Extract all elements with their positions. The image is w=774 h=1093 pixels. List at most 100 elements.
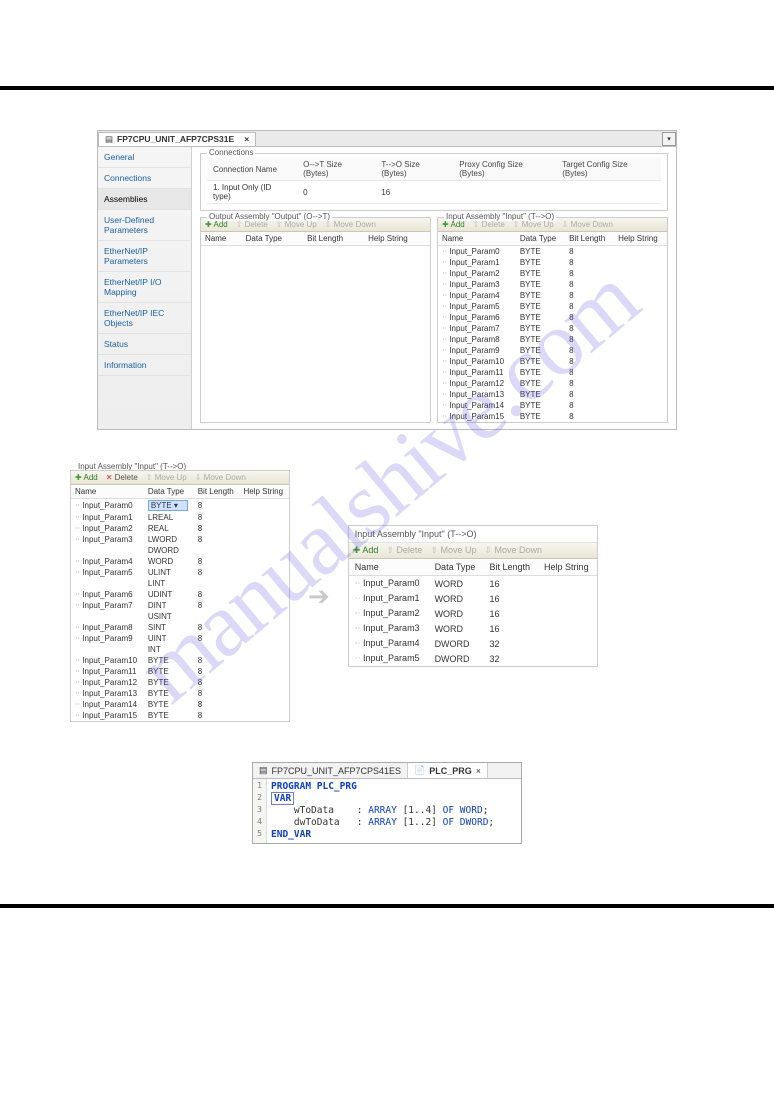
table-row[interactable]: Input_Param15BYTE8 (438, 411, 667, 422)
col-header: Name (201, 232, 242, 246)
sidebar-item-ethernet-ip-iec-objects[interactable]: EtherNet/IP IEC Objects (98, 303, 191, 334)
delete-button[interactable]: Delete (106, 473, 138, 482)
moveup-button[interactable]: Move Up (146, 473, 187, 482)
table-row[interactable]: Input_Param12BYTE8 (438, 378, 667, 389)
table-row[interactable]: Input_Param2WORD16 (349, 606, 597, 621)
table-row[interactable]: Input_Param9BYTE8 (438, 345, 667, 356)
table-row[interactable]: Input_Param15BYTE8 (71, 710, 289, 721)
movedown-button[interactable]: Move Down (195, 473, 246, 482)
sidebar-item-general[interactable]: General (98, 147, 191, 168)
table-row[interactable]: 1. Input Only (ID type)016 (207, 181, 661, 204)
table-row[interactable]: Input_Param14BYTE8 (71, 699, 289, 710)
sidebar-item-assemblies[interactable]: Assemblies (98, 189, 191, 210)
sidebar-item-user-defined-parameters[interactable]: User-Defined Parameters (98, 210, 191, 241)
table-row[interactable]: INT (71, 644, 289, 655)
table-row[interactable]: Input_Param0WORD16 (349, 576, 597, 592)
datatype-dropdown[interactable]: BYTE ▾ (148, 500, 188, 511)
table-row[interactable]: Input_Param6UDINT8 (71, 589, 289, 600)
connections-table: Connection NameO-->T Size (Bytes)T-->O S… (207, 158, 661, 204)
movedown-button[interactable]: Move Down (484, 545, 542, 556)
code-tab-prg[interactable]: 📄 PLC_PRG × (408, 763, 488, 778)
add-button[interactable]: Add (353, 545, 379, 556)
code-body[interactable]: PROGRAM PLC_PRGVAR wToData : ARRAY [1..4… (267, 779, 498, 843)
p2-right-table: NameData TypeBit LengthHelp String Input… (349, 559, 597, 666)
add-button[interactable]: Add (75, 473, 98, 482)
col-header: Target Config Size (Bytes) (556, 158, 661, 181)
table-row[interactable]: Input_Param7DINT8 (71, 600, 289, 611)
table-row[interactable]: Input_Param14BYTE8 (438, 400, 667, 411)
table-row[interactable]: Input_Param0BYTE ▾8 (71, 499, 289, 513)
sidebar-item-ethernet-ip-i-o-mapping[interactable]: EtherNet/IP I/O Mapping (98, 272, 191, 303)
table-row[interactable]: LINT (71, 578, 289, 589)
col-header: Bit Length (565, 232, 614, 246)
file-tab[interactable]: ▤ FP7CPU_UNIT_AFP7CPS31E × (98, 132, 256, 146)
table-row[interactable]: Input_Param3BYTE8 (438, 279, 667, 290)
col-header: Connection Name (207, 158, 297, 181)
table-row[interactable]: Input_Param13BYTE8 (71, 688, 289, 699)
delete-button[interactable]: Delete (473, 220, 505, 229)
add-button[interactable]: Add (442, 220, 465, 229)
col-header: Data Type (516, 232, 565, 246)
col-header: Bit Length (483, 559, 538, 576)
table-row[interactable]: USINT (71, 611, 289, 622)
table-row[interactable]: Input_Param1WORD16 (349, 591, 597, 606)
delete-button[interactable]: Delete (236, 220, 268, 229)
sidebar-item-ethernet-ip-parameters[interactable]: EtherNet/IP Parameters (98, 241, 191, 272)
col-header: Data Type (429, 559, 484, 576)
output-assembly-table: NameData TypeBit LengthHelp String (201, 232, 430, 246)
table-row[interactable]: Input_Param11BYTE8 (438, 367, 667, 378)
col-header: Name (71, 485, 144, 499)
table-row[interactable]: Input_Param8BYTE8 (438, 334, 667, 345)
table-row[interactable]: Input_Param6BYTE8 (438, 312, 667, 323)
col-header: Help String (538, 559, 597, 576)
table-row[interactable]: Input_Param8SINT8 (71, 622, 289, 633)
table-row[interactable]: Input_Param4DWORD32 (349, 636, 597, 651)
sidebar-item-status[interactable]: Status (98, 334, 191, 355)
device-icon: ▤ (105, 134, 113, 145)
table-row[interactable]: Input_Param11BYTE8 (71, 666, 289, 677)
table-row[interactable]: DWORD (71, 545, 289, 556)
file-tab-title: FP7CPU_UNIT_AFP7CPS31E (117, 134, 234, 144)
table-row[interactable]: Input_Param0BYTE8 (438, 246, 667, 258)
input-assembly-table: NameData TypeBit LengthHelp String Input… (438, 232, 667, 422)
table-row[interactable]: Input_Param3WORD16 (349, 621, 597, 636)
table-row[interactable]: Input_Param4WORD8 (71, 556, 289, 567)
table-row[interactable]: Input_Param9UINT8 (71, 633, 289, 644)
close-icon[interactable]: × (244, 134, 249, 144)
movedown-button[interactable]: Move Down (325, 220, 376, 229)
code-tab-label: PLC_PRG (429, 766, 472, 776)
code-line: dwToData : ARRAY [1..2] OF DWORD; (271, 817, 494, 829)
table-row[interactable]: Input_Param7BYTE8 (438, 323, 667, 334)
table-row[interactable]: Input_Param10BYTE8 (438, 356, 667, 367)
moveup-button[interactable]: Move Up (513, 220, 554, 229)
table-row[interactable]: Input_Param10BYTE8 (71, 655, 289, 666)
table-row[interactable]: Input_Param3LWORD8 (71, 534, 289, 545)
moveup-button[interactable]: Move Up (276, 220, 317, 229)
table-row[interactable]: Input_Param13BYTE8 (438, 389, 667, 400)
col-header: T-->O Size (Bytes) (375, 158, 453, 181)
tab-dropdown[interactable]: ▾ (662, 132, 676, 146)
table-row[interactable]: Input_Param5BYTE8 (438, 301, 667, 312)
col-header: Data Type (144, 485, 194, 499)
output-assembly-box: Output Assembly "Output" (O-->T) Add Del… (200, 217, 431, 423)
table-row[interactable]: Input_Param1LREAL8 (71, 512, 289, 523)
code-tab-device[interactable]: ▤ FP7CPU_UNIT_AFP7CPS41ES (253, 763, 408, 778)
table-row[interactable]: Input_Param2BYTE8 (438, 268, 667, 279)
table-row[interactable]: Input_Param2REAL8 (71, 523, 289, 534)
moveup-button[interactable]: Move Up (430, 545, 476, 556)
sidebar-item-connections[interactable]: Connections (98, 168, 191, 189)
sidebar-item-information[interactable]: Information (98, 355, 191, 376)
table-row[interactable]: Input_Param5ULINT8 (71, 567, 289, 578)
close-icon[interactable]: × (476, 766, 481, 776)
table-row[interactable]: Input_Param1BYTE8 (438, 257, 667, 268)
main-pane: Connections Connection NameO-->T Size (B… (192, 147, 676, 429)
table-row[interactable]: Input_Param12BYTE8 (71, 677, 289, 688)
p2-left-toolbar: Add Delete Move Up Move Down (71, 471, 289, 485)
add-button[interactable]: Add (205, 220, 228, 229)
col-header: Bit Length (194, 485, 240, 499)
movedown-button[interactable]: Move Down (562, 220, 613, 229)
table-row[interactable]: Input_Param5DWORD32 (349, 651, 597, 666)
table-row[interactable]: Input_Param4BYTE8 (438, 290, 667, 301)
delete-button[interactable]: Delete (386, 545, 422, 556)
prg-icon: 📄 (414, 765, 425, 776)
